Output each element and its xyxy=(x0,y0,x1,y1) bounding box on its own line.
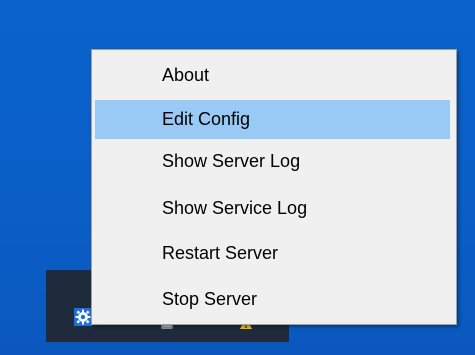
menu-item-label: Stop Server xyxy=(162,289,258,309)
menu-item-edit-config[interactable]: Edit Config xyxy=(95,100,450,139)
menu-item-label: Restart Server xyxy=(162,243,279,263)
menu-item-label: Edit Config xyxy=(162,109,251,129)
context-menu: About Edit Config Show Server Log Show S… xyxy=(91,49,457,325)
menu-item-stop-server[interactable]: Stop Server xyxy=(95,280,450,319)
menu-item-show-server-log[interactable]: Show Server Log xyxy=(95,142,450,181)
menu-item-label: Show Service Log xyxy=(162,198,308,218)
menu-item-show-service-log[interactable]: Show Service Log xyxy=(95,189,450,228)
menu-item-about[interactable]: About xyxy=(95,56,450,95)
gear-icon[interactable] xyxy=(74,308,92,326)
menu-item-label: Show Server Log xyxy=(162,151,301,171)
menu-item-restart-server[interactable]: Restart Server xyxy=(95,234,450,273)
menu-item-label: About xyxy=(162,65,210,85)
